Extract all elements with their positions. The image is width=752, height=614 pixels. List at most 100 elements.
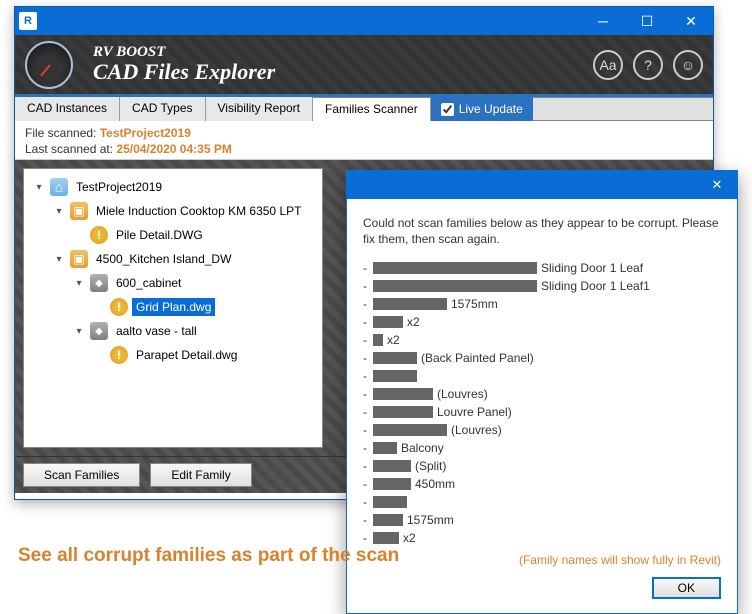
dialog-note: (Family names will show fully in Revit) xyxy=(363,553,721,567)
file-scanned-row: File scanned: TestProject2019 xyxy=(25,125,703,141)
corrupt-family-item: 450mm xyxy=(363,475,721,493)
family-suffix: x2 xyxy=(407,313,420,331)
family-suffix: Sliding Door 1 Leaf1 xyxy=(541,277,650,295)
tree-expander-icon[interactable]: ▾ xyxy=(52,254,66,265)
title-bar: R ─ ☐ ✕ xyxy=(15,7,713,35)
warn-icon xyxy=(110,346,128,364)
text-size-icon[interactable]: Aa xyxy=(593,50,623,80)
corrupt-family-item: x2 xyxy=(363,331,721,349)
tab-cad-instances[interactable]: CAD Instances xyxy=(15,97,120,121)
redacted-name xyxy=(373,424,447,436)
dialog-close-button[interactable]: ✕ xyxy=(697,171,737,199)
family-suffix: (Back Painted Panel) xyxy=(421,349,534,367)
file-scanned-value: TestProject2019 xyxy=(100,126,191,140)
redacted-name xyxy=(373,370,417,382)
tree-node[interactable]: Grid Plan.dwg xyxy=(28,295,318,319)
minimize-button[interactable]: ─ xyxy=(581,7,625,35)
family-tree[interactable]: ▾ TestProject2019 ▾ Miele Induction Cooktop… xyxy=(23,168,323,448)
family-suffix: 1575mm xyxy=(451,295,498,313)
live-update-toggle[interactable]: Live Update xyxy=(431,97,533,121)
corrupt-family-item: x2 xyxy=(363,529,721,547)
brand-line2: CAD Files Explorer xyxy=(93,59,275,85)
corrupt-family-item xyxy=(363,493,721,511)
last-scanned-label: Last scanned at: xyxy=(25,142,113,156)
tree-node-label[interactable]: 600_cabinet xyxy=(112,274,185,292)
family-suffix: Sliding Door 1 Leaf xyxy=(541,259,643,277)
file-scanned-label: File scanned: xyxy=(25,126,96,140)
dialog-ok-button[interactable]: OK xyxy=(652,577,721,599)
corrupt-family-item: Sliding Door 1 Leaf1 xyxy=(363,277,721,295)
edit-family-button[interactable]: Edit Family xyxy=(150,463,251,487)
maximize-button[interactable]: ☐ xyxy=(625,7,669,35)
tree-node-label[interactable]: Miele Induction Cooktop KM 6350 LPT xyxy=(92,202,305,220)
users-icon[interactable]: ☺ xyxy=(673,50,703,80)
tree-node-label[interactable]: Grid Plan.dwg xyxy=(132,298,215,316)
corrupt-family-item xyxy=(363,367,721,385)
redacted-name xyxy=(373,388,433,400)
dialog-body: Could not scan families below as they ap… xyxy=(347,199,737,613)
tree-node[interactable]: ▾ 4500_Kitchen Island_DW xyxy=(28,247,318,271)
box-icon xyxy=(70,202,88,220)
app-icon: R xyxy=(19,12,37,30)
warn-icon xyxy=(90,226,108,244)
last-scanned-value: 25/04/2020 04:35 PM xyxy=(116,142,231,156)
redacted-name xyxy=(373,442,397,454)
tree-node-label[interactable]: aalto vase - tall xyxy=(112,322,201,340)
header-panel: RV BOOST CAD Files Explorer Aa ? ☺ xyxy=(15,35,713,97)
redacted-name xyxy=(373,280,537,292)
family-suffix: 1575mm xyxy=(407,511,454,529)
tree-node[interactable]: ▾ Miele Induction Cooktop KM 6350 LPT xyxy=(28,199,318,223)
grey-icon xyxy=(90,322,108,340)
tree-node-label[interactable]: Pile Detail.DWG xyxy=(112,226,207,244)
tree-node[interactable]: ▾ aalto vase - tall xyxy=(28,319,318,343)
warn-icon xyxy=(110,298,128,316)
tree-node-label[interactable]: TestProject2019 xyxy=(72,178,166,196)
corrupt-family-item: 1575mm xyxy=(363,511,721,529)
page-caption: See all corrupt families as part of the … xyxy=(18,545,399,567)
info-area: File scanned: TestProject2019 Last scann… xyxy=(15,121,713,160)
redacted-name xyxy=(373,334,383,346)
grey-icon xyxy=(90,274,108,292)
family-suffix: x2 xyxy=(387,331,400,349)
tab-families-scanner[interactable]: Families Scanner xyxy=(313,98,431,122)
tree-expander-icon[interactable]: ▾ xyxy=(72,278,86,289)
close-button[interactable]: ✕ xyxy=(669,7,713,35)
redacted-name xyxy=(373,460,411,472)
live-update-label: Live Update xyxy=(459,102,523,116)
logo-gauge-icon xyxy=(25,41,83,89)
box-icon xyxy=(70,250,88,268)
tree-expander-icon[interactable]: ▾ xyxy=(52,206,66,217)
corrupt-families-list: Sliding Door 1 LeafSliding Door 1 Leaf1 1… xyxy=(363,259,721,547)
scan-families-button[interactable]: Scan Families xyxy=(23,463,140,487)
family-suffix: (Louvres) xyxy=(451,421,502,439)
redacted-name xyxy=(373,352,417,364)
family-suffix: (Louvres) xyxy=(437,385,488,403)
help-icon[interactable]: ? xyxy=(633,50,663,80)
family-suffix: 450mm xyxy=(415,475,455,493)
tab-cad-types[interactable]: CAD Types xyxy=(120,97,205,121)
redacted-name xyxy=(373,496,407,508)
last-scanned-row: Last scanned at: 25/04/2020 04:35 PM xyxy=(25,141,703,157)
corrupt-family-item: (Louvres) xyxy=(363,385,721,403)
tab-visibility-report[interactable]: Visibility Report xyxy=(206,97,313,121)
redacted-name xyxy=(373,478,411,490)
error-dialog: ✕ Could not scan families below as they … xyxy=(346,170,738,614)
tree-node[interactable]: Pile Detail.DWG xyxy=(28,223,318,247)
redacted-name xyxy=(373,532,399,544)
corrupt-family-item: Sliding Door 1 Leaf xyxy=(363,259,721,277)
family-suffix: Louvre Panel) xyxy=(437,403,512,421)
house-icon xyxy=(50,178,68,196)
family-suffix: Balcony xyxy=(401,439,444,457)
tree-node[interactable]: ▾ TestProject2019 xyxy=(28,175,318,199)
redacted-name xyxy=(373,316,403,328)
tree-node[interactable]: Parapet Detail.dwg xyxy=(28,343,318,367)
tree-expander-icon[interactable]: ▾ xyxy=(72,326,86,337)
tree-node[interactable]: ▾ 600_cabinet xyxy=(28,271,318,295)
corrupt-family-item: Louvre Panel) xyxy=(363,403,721,421)
tree-node-label[interactable]: Parapet Detail.dwg xyxy=(132,346,241,364)
tree-node-label[interactable]: 4500_Kitchen Island_DW xyxy=(92,250,235,268)
redacted-name xyxy=(373,262,537,274)
tree-expander-icon[interactable]: ▾ xyxy=(32,182,46,193)
live-update-checkbox[interactable] xyxy=(441,103,454,116)
redacted-name xyxy=(373,514,403,526)
